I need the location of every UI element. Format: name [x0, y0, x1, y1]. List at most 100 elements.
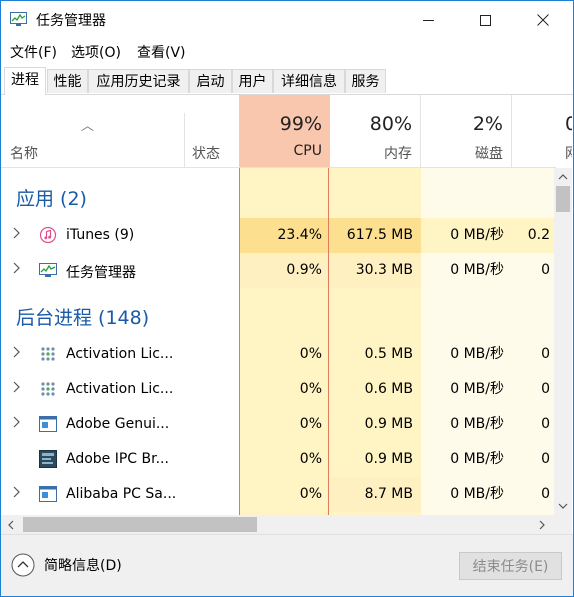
process-row[interactable]: 任务管理器 0.9% 30.3 MB 0 MB/秒 0 — [1, 253, 554, 288]
horizontal-scroll-thumb[interactable] — [23, 517, 257, 532]
title-bar[interactable]: 任务管理器 — [1, 1, 573, 39]
memory-percent: 80% — [369, 113, 412, 135]
process-name: iTunes (9) — [66, 227, 135, 243]
process-name: Alibaba PC Sa... — [66, 486, 177, 502]
menu-view[interactable]: 查看(V) — [137, 42, 186, 62]
window-app-icon — [39, 486, 57, 502]
disk-cell: 0 MB/秒 — [450, 346, 504, 362]
minimize-button[interactable] — [405, 1, 451, 39]
column-cpu[interactable]: 99% CPU — [239, 95, 330, 167]
process-row[interactable]: Adobe Genui... 0% 0.9 MB 0 MB/秒 0 — [1, 407, 554, 442]
task-manager-icon — [39, 263, 57, 277]
process-name: Adobe Genui... — [66, 416, 170, 432]
end-task-button[interactable]: 结束任务(E) — [459, 552, 562, 580]
memory-cell: 0.5 MB — [364, 346, 413, 362]
cpu-cell: 0% — [299, 381, 322, 397]
memory-cell: 617.5 MB — [330, 218, 421, 253]
disk-cell: 0 MB/秒 — [421, 253, 512, 288]
process-row[interactable]: Adobe IPC Br... 0% 0.9 MB 0 MB/秒 0 — [1, 442, 554, 477]
vertical-scrollbar[interactable] — [554, 168, 572, 515]
column-disk[interactable]: 2% 磁盘 — [421, 95, 512, 167]
column-header: ︿ 名称 状态 99% CPU 80% 内存 2% 磁盘 0 网 — [1, 95, 572, 168]
disk-label: 磁盘 — [475, 146, 503, 162]
disk-cell: 0 MB/秒 — [450, 381, 504, 397]
memory-cell: 8.7 MB — [330, 477, 421, 512]
tab-app-history[interactable]: 应用历史记录 — [88, 69, 189, 93]
network-cell: 0 — [512, 253, 554, 288]
memory-cell: 0.6 MB — [364, 381, 413, 397]
cpu-cell: 0% — [299, 486, 322, 502]
window-app-icon — [39, 416, 57, 432]
network-cell: 0 — [541, 416, 550, 432]
section-background: 后台进程 (148) — [16, 307, 150, 329]
scroll-left-icon[interactable] — [7, 520, 14, 530]
activation-icon — [41, 382, 55, 396]
scroll-right-icon[interactable] — [539, 520, 546, 530]
tab-processes[interactable]: 进程 — [4, 67, 46, 95]
process-row[interactable]: iTunes (9) 23.4% 617.5 MB 0 MB/秒 0.2 — [1, 218, 554, 253]
memory-cell: 30.3 MB — [330, 253, 421, 288]
disk-cell: 0 MB/秒 — [421, 218, 512, 253]
close-icon — [537, 14, 549, 26]
disk-cell: 0 MB/秒 — [450, 451, 504, 467]
cpu-cell: 0% — [299, 451, 322, 467]
scrollbar-corner — [554, 515, 572, 534]
process-row[interactable]: Activation Lic... 0% 0.6 MB 0 MB/秒 0 — [1, 372, 554, 407]
expand-chevron-icon[interactable] — [11, 416, 23, 428]
adobe-ipc-icon — [39, 450, 57, 468]
network-label: 网 — [565, 143, 572, 163]
scroll-down-icon[interactable] — [558, 503, 568, 510]
maximize-button[interactable] — [462, 1, 508, 39]
process-name: Activation Lic... — [66, 346, 174, 362]
expand-chevron-icon[interactable] — [11, 262, 23, 274]
column-status[interactable]: 状态 — [192, 143, 220, 163]
disk-percent: 2% — [472, 113, 503, 135]
maximize-icon — [479, 14, 491, 26]
collapse-chevron-icon — [11, 553, 35, 577]
expand-chevron-icon[interactable] — [11, 381, 23, 393]
footer-bar: 简略信息(D) 结束任务(E) — [1, 534, 573, 596]
memory-cell: 0.9 MB — [364, 451, 413, 467]
sort-caret-icon[interactable]: ︿ — [81, 115, 94, 134]
task-manager-app-icon — [10, 12, 27, 26]
tab-details[interactable]: 详细信息 — [273, 69, 345, 93]
column-name[interactable]: 名称 — [10, 143, 38, 163]
column-network[interactable]: 0 网 — [512, 95, 572, 167]
cpu-label: CPU — [293, 143, 322, 159]
cpu-percent: 99% — [279, 113, 322, 135]
cpu-cell: 23.4% — [239, 218, 330, 253]
minimize-icon — [422, 19, 434, 21]
network-cell: 0 — [541, 486, 550, 502]
menu-file[interactable]: 文件(F) — [10, 42, 57, 62]
menu-bar: 文件(F) 选项(O) 查看(V) — [1, 39, 573, 63]
expand-chevron-icon[interactable] — [11, 346, 23, 358]
horizontal-scrollbar[interactable] — [1, 515, 554, 534]
network-cell: 0 — [541, 346, 550, 362]
close-button[interactable] — [520, 1, 566, 39]
network-cell: 0 — [541, 381, 550, 397]
column-memory[interactable]: 80% 内存 — [330, 95, 421, 167]
fewer-details-label: 简略信息(D) — [44, 558, 122, 574]
cpu-cell: 0% — [299, 416, 322, 432]
memory-cell: 0.9 MB — [364, 416, 413, 432]
tab-services[interactable]: 服务 — [345, 69, 386, 93]
network-percent: 0 — [565, 113, 572, 135]
tab-startup[interactable]: 启动 — [189, 69, 232, 93]
fewer-details-button[interactable]: 简略信息(D) — [11, 553, 122, 577]
disk-cell: 0 MB/秒 — [450, 486, 504, 502]
tab-performance[interactable]: 性能 — [47, 69, 88, 93]
process-name: 任务管理器 — [66, 265, 136, 281]
tab-users[interactable]: 用户 — [232, 69, 273, 93]
expand-chevron-icon[interactable] — [11, 227, 23, 239]
tab-strip: 进程 性能 应用历史记录 启动 用户 详细信息 服务 — [1, 67, 573, 95]
scroll-up-icon[interactable] — [558, 173, 568, 180]
column-divider[interactable] — [184, 113, 185, 167]
vertical-scroll-thumb[interactable] — [556, 186, 570, 212]
menu-options[interactable]: 选项(O) — [71, 42, 121, 62]
process-row[interactable]: Activation Lic... 0% 0.5 MB 0 MB/秒 0 — [1, 337, 554, 372]
expand-chevron-icon[interactable] — [11, 486, 23, 498]
process-row[interactable]: Alibaba PC Sa... 0% 8.7 MB 0 MB/秒 0 — [1, 477, 554, 512]
process-list: 应用 (2) iTunes (9) 23.4% 617.5 MB 0 MB/秒 … — [1, 168, 554, 515]
task-manager-window: 任务管理器 文件(F) 选项(O) 查看(V) 进程 性能 应用历史记录 启动 … — [0, 0, 574, 597]
window-title: 任务管理器 — [36, 13, 106, 29]
